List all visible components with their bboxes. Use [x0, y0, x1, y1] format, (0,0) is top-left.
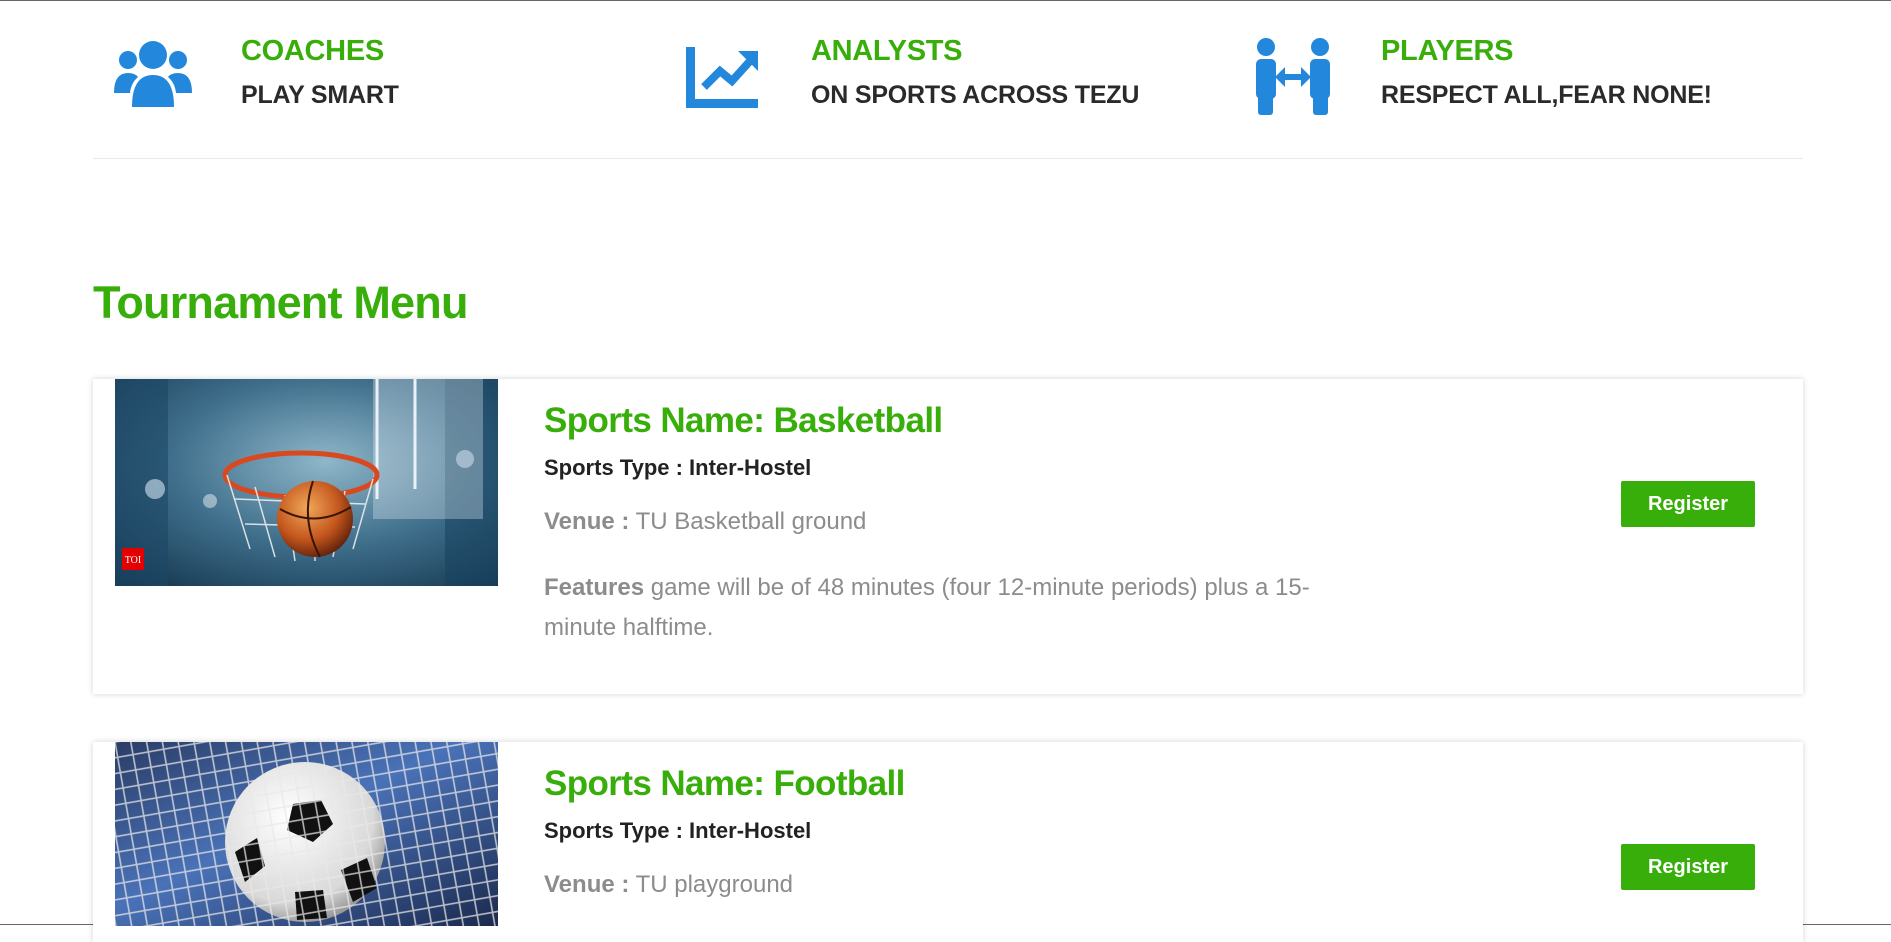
feature-title: PLAYERS: [1381, 35, 1514, 67]
feature-subtitle: ON SPORTS ACROSS TEZU: [811, 81, 1140, 109]
feature-players: PLAYERS RESPECT ALL,FEAR NONE!: [1233, 1, 1803, 158]
people-arrows-icon: [1256, 38, 1330, 115]
section-title: Tournament Menu: [93, 277, 468, 328]
feature-coaches: COACHES PLAY SMART: [93, 1, 653, 158]
feature-title: COACHES: [241, 35, 384, 67]
feature-analysts: ANALYSTS ON SPORTS ACROSS TEZU: [663, 1, 1223, 158]
basketball-image: TOI: [115, 379, 498, 586]
sport-type: Sports Type : Inter-Hostel: [544, 455, 812, 480]
tournament-card-football: Sports Name: Football Sports Type : Inte…: [93, 742, 1803, 942]
feature-subtitle: PLAY SMART: [241, 81, 399, 109]
venue-value: TU playground: [635, 871, 794, 898]
tournament-card-basketball: TOI Sports Name: Basketball Sports Type …: [93, 379, 1803, 694]
register-button[interactable]: Register: [1621, 481, 1755, 527]
chart-line-icon: [686, 47, 758, 108]
features-text: Features game will be of 48 minutes (fou…: [544, 568, 1344, 648]
football-image: [115, 742, 498, 926]
sport-name: Sports Name: Basketball: [544, 401, 943, 440]
features-bar: COACHES PLAY SMART ANALYSTS ON SPORTS AC…: [93, 1, 1803, 159]
venue-label: Venue :: [544, 508, 630, 535]
image-badge: TOI: [125, 555, 141, 566]
feature-subtitle: RESPECT ALL,FEAR NONE!: [1381, 81, 1712, 109]
venue-value: TU Basketball ground: [635, 508, 867, 535]
features-label: Features: [544, 574, 645, 601]
users-group-icon: [114, 41, 192, 107]
features-value: game will be of 48 minutes (four 12-minu…: [544, 574, 1310, 641]
venue: Venue : TU Basketball ground: [544, 508, 866, 536]
sport-name: Sports Name: Football: [544, 764, 905, 803]
venue: Venue : TU playground: [544, 871, 793, 899]
venue-label: Venue :: [544, 871, 630, 898]
sport-type: Sports Type : Inter-Hostel: [544, 818, 812, 843]
register-button[interactable]: Register: [1621, 844, 1755, 890]
feature-title: ANALYSTS: [811, 35, 963, 67]
